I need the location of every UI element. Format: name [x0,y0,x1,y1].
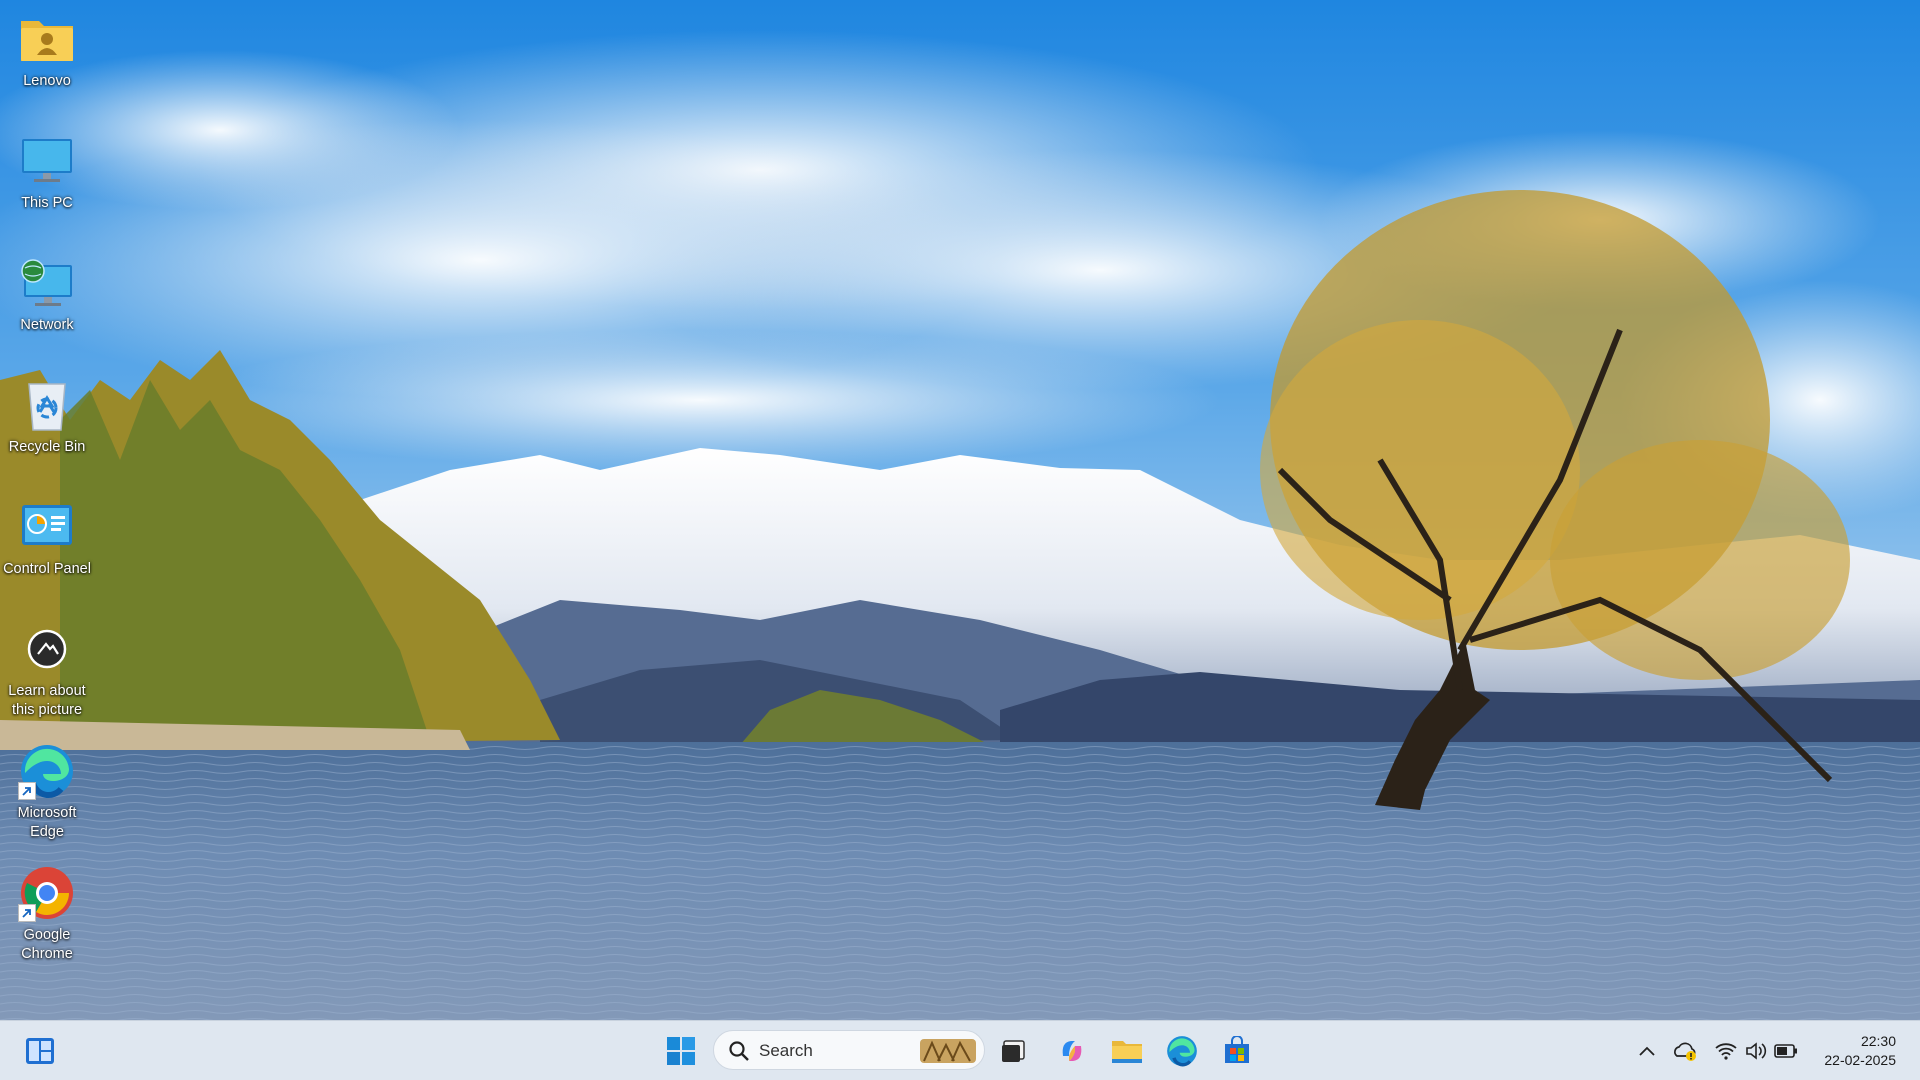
desktop-icon-label: Lenovo [23,73,71,89]
desktop-icon-recycle-bin[interactable]: Recycle Bin [0,368,94,484]
desktop-icon-lenovo[interactable]: Lenovo [0,2,94,118]
taskbar-search-box[interactable]: Search [713,1030,985,1070]
desktop-icon-label: Learn about this picture [8,683,86,718]
chevron-up-icon [1639,1046,1655,1056]
task-view-button[interactable] [992,1029,1036,1073]
copilot-icon [1062,1041,1082,1061]
search-icon [729,1041,749,1061]
shortcut-arrow-icon [18,782,36,800]
recycle-bin-icon [18,376,76,434]
wifi-button[interactable] [1713,1038,1739,1064]
onedrive-button[interactable] [1673,1038,1699,1064]
shortcut-arrow-icon [18,904,36,922]
desktop-icon-label: Network [20,317,74,333]
clock-time: 22:30 [1860,1033,1896,1049]
onedrive-warning-icon [1674,1042,1696,1061]
desktop-icon-label: Google Chrome [21,927,73,962]
edge-icon [1167,1036,1197,1067]
battery-icon [1774,1044,1797,1058]
task-view-icon [1002,1040,1025,1062]
desktop-icon-label: Microsoft Edge [17,805,77,840]
desktop-icon-label: This PC [21,195,73,211]
desktop-icon-google-chrome[interactable]: Google Chrome [0,856,94,972]
desktop-wallpaper [0,0,1920,1020]
taskbar-clock[interactable]: 22:30 22-02-2025 [1824,1032,1896,1070]
file-explorer-icon [1112,1041,1142,1063]
search-placeholder: Search [759,1041,813,1060]
desktop-icon-label: Recycle Bin [8,439,86,455]
taskbar: Search 22:30 22-02-2025 [0,1020,1920,1080]
battery-button[interactable] [1773,1038,1799,1064]
control-panel-icon [18,498,76,556]
desktop-icon-control-panel[interactable]: Control Panel [0,490,94,606]
user-folder-icon [18,10,76,68]
desktop-icon-network[interactable]: Network [0,246,94,362]
show-hidden-icons-button[interactable] [1634,1038,1660,1064]
volume-icon [1746,1042,1767,1060]
network-icon [18,254,76,312]
monitor-icon [18,132,76,190]
start-button[interactable] [659,1029,703,1073]
desktop-icon-this-pc[interactable]: This PC [0,124,94,240]
desktop-icon-microsoft-edge[interactable]: Microsoft Edge [0,734,94,850]
file-explorer-button[interactable] [1105,1029,1149,1073]
desktop-icon-learn-about-this-picture[interactable]: Learn about this picture [0,612,94,728]
widgets-icon [26,1038,54,1064]
edge-taskbar-button[interactable] [1160,1029,1204,1073]
start-icon [667,1037,695,1065]
store-button[interactable] [1215,1029,1259,1073]
chrome-icon [18,864,76,922]
search-highlight-icon [920,1039,976,1063]
clock-date: 22-02-2025 [1824,1052,1896,1068]
desktop-icon-label: Control Panel [3,561,91,577]
volume-button[interactable] [1743,1038,1769,1064]
store-icon [1225,1036,1249,1063]
camera-icon [18,620,76,678]
edge-icon [18,742,76,800]
wifi-icon [1715,1043,1737,1060]
widgets-button[interactable] [18,1029,62,1073]
copilot-button[interactable] [1050,1029,1094,1073]
